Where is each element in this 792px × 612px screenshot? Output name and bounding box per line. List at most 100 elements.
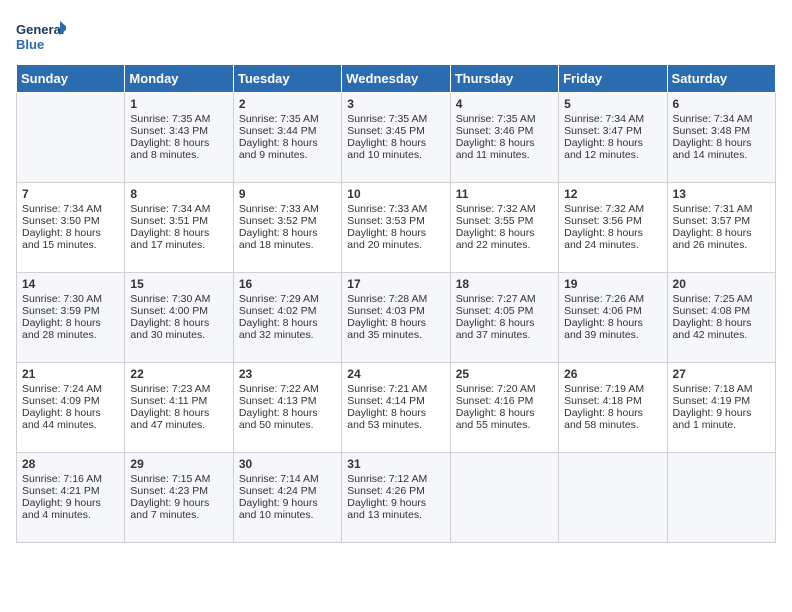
sunset-text: Sunset: 4:19 PM <box>673 395 770 407</box>
calendar-cell: 20Sunrise: 7:25 AMSunset: 4:08 PMDayligh… <box>667 273 775 363</box>
daylight-text: Daylight: 8 hours and 14 minutes. <box>673 137 770 161</box>
day-number: 12 <box>564 187 661 201</box>
week-row-2: 7Sunrise: 7:34 AMSunset: 3:50 PMDaylight… <box>17 183 776 273</box>
sunrise-text: Sunrise: 7:30 AM <box>130 293 227 305</box>
day-number: 26 <box>564 367 661 381</box>
sunrise-text: Sunrise: 7:25 AM <box>673 293 770 305</box>
sunrise-text: Sunrise: 7:20 AM <box>456 383 553 395</box>
day-number: 25 <box>456 367 553 381</box>
daylight-text: Daylight: 9 hours and 4 minutes. <box>22 497 119 521</box>
daylight-text: Daylight: 8 hours and 39 minutes. <box>564 317 661 341</box>
sunrise-text: Sunrise: 7:33 AM <box>239 203 336 215</box>
daylight-text: Daylight: 8 hours and 50 minutes. <box>239 407 336 431</box>
day-number: 15 <box>130 277 227 291</box>
calendar-cell: 7Sunrise: 7:34 AMSunset: 3:50 PMDaylight… <box>17 183 125 273</box>
week-row-5: 28Sunrise: 7:16 AMSunset: 4:21 PMDayligh… <box>17 453 776 543</box>
sunrise-text: Sunrise: 7:30 AM <box>22 293 119 305</box>
daylight-text: Daylight: 9 hours and 13 minutes. <box>347 497 444 521</box>
day-number: 18 <box>456 277 553 291</box>
sunset-text: Sunset: 4:18 PM <box>564 395 661 407</box>
daylight-text: Daylight: 8 hours and 11 minutes. <box>456 137 553 161</box>
sunset-text: Sunset: 4:26 PM <box>347 485 444 497</box>
sunrise-text: Sunrise: 7:26 AM <box>564 293 661 305</box>
sunset-text: Sunset: 4:14 PM <box>347 395 444 407</box>
day-number: 4 <box>456 97 553 111</box>
sunrise-text: Sunrise: 7:22 AM <box>239 383 336 395</box>
daylight-text: Daylight: 8 hours and 47 minutes. <box>130 407 227 431</box>
sunrise-text: Sunrise: 7:14 AM <box>239 473 336 485</box>
sunrise-text: Sunrise: 7:15 AM <box>130 473 227 485</box>
daylight-text: Daylight: 8 hours and 58 minutes. <box>564 407 661 431</box>
calendar-cell: 31Sunrise: 7:12 AMSunset: 4:26 PMDayligh… <box>342 453 450 543</box>
sunset-text: Sunset: 3:59 PM <box>22 305 119 317</box>
calendar-cell: 23Sunrise: 7:22 AMSunset: 4:13 PMDayligh… <box>233 363 341 453</box>
sunrise-text: Sunrise: 7:27 AM <box>456 293 553 305</box>
day-number: 16 <box>239 277 336 291</box>
sunrise-text: Sunrise: 7:23 AM <box>130 383 227 395</box>
sunset-text: Sunset: 4:08 PM <box>673 305 770 317</box>
day-number: 1 <box>130 97 227 111</box>
calendar-cell <box>559 453 667 543</box>
daylight-text: Daylight: 8 hours and 26 minutes. <box>673 227 770 251</box>
day-number: 22 <box>130 367 227 381</box>
sunrise-text: Sunrise: 7:33 AM <box>347 203 444 215</box>
calendar-cell: 15 Sunrise: 7:30 AMSunset: 4:00 PMDayligh… <box>125 273 233 363</box>
calendar-cell: 3Sunrise: 7:35 AMSunset: 3:45 PMDaylight… <box>342 93 450 183</box>
day-number: 21 <box>22 367 119 381</box>
day-number: 6 <box>673 97 770 111</box>
day-number: 30 <box>239 457 336 471</box>
daylight-text: Daylight: 8 hours and 37 minutes. <box>456 317 553 341</box>
sunset-text: Sunset: 4:00 PM <box>130 305 227 317</box>
daylight-text: Daylight: 8 hours and 18 minutes. <box>239 227 336 251</box>
sunset-text: Sunset: 4:06 PM <box>564 305 661 317</box>
calendar-cell: 9Sunrise: 7:33 AMSunset: 3:52 PMDaylight… <box>233 183 341 273</box>
sunset-text: Sunset: 4:16 PM <box>456 395 553 407</box>
sunrise-text: Sunrise: 7:16 AM <box>22 473 119 485</box>
daylight-text: Daylight: 8 hours and 17 minutes. <box>130 227 227 251</box>
daylight-text: Daylight: 8 hours and 42 minutes. <box>673 317 770 341</box>
sunset-text: Sunset: 3:56 PM <box>564 215 661 227</box>
calendar-cell: 28Sunrise: 7:16 AMSunset: 4:21 PMDayligh… <box>17 453 125 543</box>
daylight-text: Daylight: 8 hours and 30 minutes. <box>130 317 227 341</box>
day-number: 19 <box>564 277 661 291</box>
calendar-cell: 16Sunrise: 7:29 AMSunset: 4:02 PMDayligh… <box>233 273 341 363</box>
day-number: 8 <box>130 187 227 201</box>
calendar-cell: 10Sunrise: 7:33 AMSunset: 3:53 PMDayligh… <box>342 183 450 273</box>
day-number: 3 <box>347 97 444 111</box>
sunset-text: Sunset: 3:51 PM <box>130 215 227 227</box>
sunset-text: Sunset: 4:23 PM <box>130 485 227 497</box>
week-row-3: 14Sunrise: 7:30 AMSunset: 3:59 PMDayligh… <box>17 273 776 363</box>
sunset-text: Sunset: 4:11 PM <box>130 395 227 407</box>
calendar-cell: 26Sunrise: 7:19 AMSunset: 4:18 PMDayligh… <box>559 363 667 453</box>
sunrise-text: Sunrise: 7:35 AM <box>456 113 553 125</box>
sunset-text: Sunset: 3:43 PM <box>130 125 227 137</box>
sunset-text: Sunset: 4:24 PM <box>239 485 336 497</box>
daylight-text: Daylight: 8 hours and 8 minutes. <box>130 137 227 161</box>
daylight-text: Daylight: 8 hours and 55 minutes. <box>456 407 553 431</box>
calendar-cell <box>17 93 125 183</box>
sunset-text: Sunset: 4:13 PM <box>239 395 336 407</box>
weekday-header-saturday: Saturday <box>667 65 775 93</box>
daylight-text: Daylight: 8 hours and 24 minutes. <box>564 227 661 251</box>
sunrise-text: Sunrise: 7:34 AM <box>22 203 119 215</box>
day-number: 27 <box>673 367 770 381</box>
daylight-text: Daylight: 8 hours and 22 minutes. <box>456 227 553 251</box>
sunset-text: Sunset: 4:02 PM <box>239 305 336 317</box>
calendar-cell: 1Sunrise: 7:35 AMSunset: 3:43 PMDaylight… <box>125 93 233 183</box>
day-number: 13 <box>673 187 770 201</box>
calendar-cell: 29Sunrise: 7:15 AMSunset: 4:23 PMDayligh… <box>125 453 233 543</box>
daylight-text: Daylight: 8 hours and 53 minutes. <box>347 407 444 431</box>
day-number: 28 <box>22 457 119 471</box>
calendar-cell: 18Sunrise: 7:27 AMSunset: 4:05 PMDayligh… <box>450 273 558 363</box>
week-row-1: 1Sunrise: 7:35 AMSunset: 3:43 PMDaylight… <box>17 93 776 183</box>
weekday-header-thursday: Thursday <box>450 65 558 93</box>
sunrise-text: Sunrise: 7:31 AM <box>673 203 770 215</box>
page-header: General Blue <box>16 16 776 56</box>
sunset-text: Sunset: 3:50 PM <box>22 215 119 227</box>
sunset-text: Sunset: 3:47 PM <box>564 125 661 137</box>
calendar-cell: 5Sunrise: 7:34 AMSunset: 3:47 PMDaylight… <box>559 93 667 183</box>
calendar-cell <box>450 453 558 543</box>
calendar-cell: 8Sunrise: 7:34 AMSunset: 3:51 PMDaylight… <box>125 183 233 273</box>
sunrise-text: Sunrise: 7:34 AM <box>673 113 770 125</box>
sunset-text: Sunset: 3:44 PM <box>239 125 336 137</box>
